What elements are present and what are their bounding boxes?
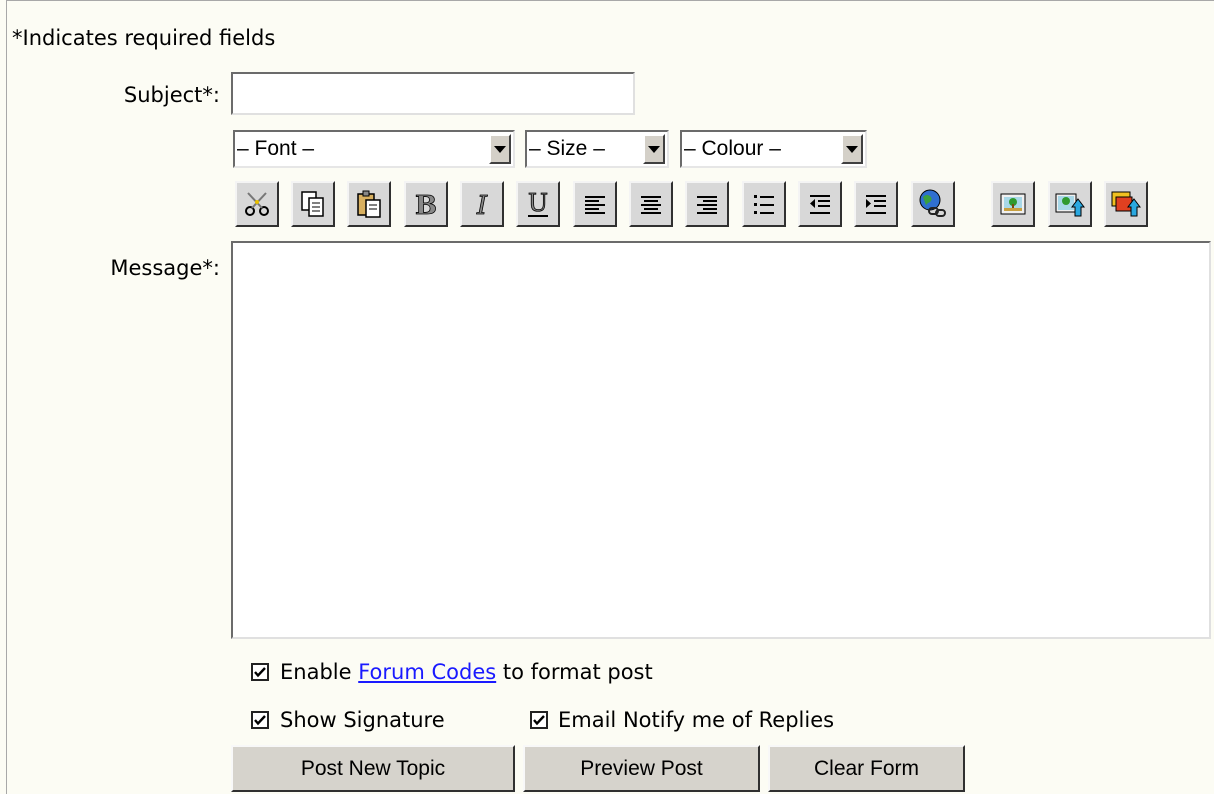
clear-form-button[interactable]: Clear Form	[768, 745, 965, 792]
align-center-button[interactable]	[629, 181, 673, 227]
font-select[interactable]: – Font –	[233, 130, 515, 168]
align-center-icon	[641, 196, 661, 214]
copy-button[interactable]	[291, 181, 335, 227]
subject-label: Subject*:	[123, 83, 220, 107]
bold-button[interactable]: B	[404, 181, 448, 227]
subject-input[interactable]	[231, 72, 635, 115]
checkmark-icon	[254, 667, 266, 678]
upload-file-button[interactable]	[1104, 181, 1148, 227]
show-signature-label: Show Signature	[280, 708, 445, 732]
align-right-icon	[697, 196, 717, 214]
align-left-button[interactable]	[573, 181, 617, 227]
paste-button[interactable]	[347, 181, 391, 227]
italic-button[interactable]: I	[460, 181, 504, 227]
message-textarea[interactable]	[231, 241, 1211, 639]
hyperlink-icon	[919, 189, 946, 217]
size-select-value: – Size –	[529, 137, 605, 160]
underline-button[interactable]: U	[516, 181, 560, 227]
copy-icon	[301, 191, 324, 217]
upload-file-icon	[1111, 191, 1141, 217]
preview-post-button[interactable]: Preview Post	[523, 745, 760, 792]
svg-text:I: I	[476, 191, 488, 219]
list-button[interactable]	[742, 181, 786, 227]
forum-codes-text-after: to format post	[496, 660, 653, 684]
upload-image-button[interactable]	[1048, 181, 1092, 227]
forum-codes-text-before: Enable	[280, 660, 359, 684]
email-notify-label: Email Notify me of Replies	[558, 708, 835, 732]
outdent-button[interactable]	[798, 181, 842, 227]
bold-icon: B	[415, 191, 438, 219]
hyperlink-button[interactable]	[911, 181, 955, 227]
checkmark-icon	[533, 715, 545, 726]
paste-icon	[357, 190, 381, 218]
outdent-icon	[810, 195, 830, 214]
frame-left-border	[6, 0, 7, 794]
message-label: Message*:	[110, 256, 220, 280]
email-notify-checkbox[interactable]	[530, 711, 548, 729]
svg-text:U: U	[528, 189, 548, 217]
checkmark-icon	[254, 715, 266, 726]
size-select[interactable]: – Size –	[525, 130, 669, 168]
forum-codes-link[interactable]: Forum Codes	[358, 660, 496, 684]
cut-button[interactable]	[235, 181, 279, 227]
align-left-icon	[585, 196, 605, 214]
align-right-button[interactable]	[685, 181, 729, 227]
indent-icon	[866, 195, 886, 214]
italic-icon: I	[475, 191, 488, 219]
upload-image-icon	[1055, 193, 1085, 217]
chevron-down-icon[interactable]	[643, 134, 665, 164]
forum-codes-option: Enable Forum Codes to format post	[280, 660, 653, 684]
forum-codes-checkbox[interactable]	[251, 663, 269, 681]
chevron-down-icon[interactable]	[489, 134, 511, 164]
colour-select[interactable]: – Colour –	[680, 130, 867, 168]
underline-icon: U	[527, 189, 548, 217]
svg-text:B: B	[415, 191, 437, 219]
post-new-topic-button[interactable]: Post New Topic	[231, 745, 515, 792]
colour-select-value: – Colour –	[684, 137, 781, 160]
image-icon	[1000, 193, 1026, 215]
font-select-value: – Font –	[237, 137, 315, 160]
cut-icon	[245, 192, 269, 216]
indent-button[interactable]	[854, 181, 898, 227]
chevron-down-icon[interactable]	[841, 134, 863, 164]
required-fields-note: *Indicates required fields	[12, 26, 276, 50]
show-signature-checkbox[interactable]	[251, 711, 269, 729]
frame-top-border	[6, 0, 1214, 1]
list-icon	[754, 195, 774, 214]
image-button[interactable]	[991, 181, 1035, 227]
